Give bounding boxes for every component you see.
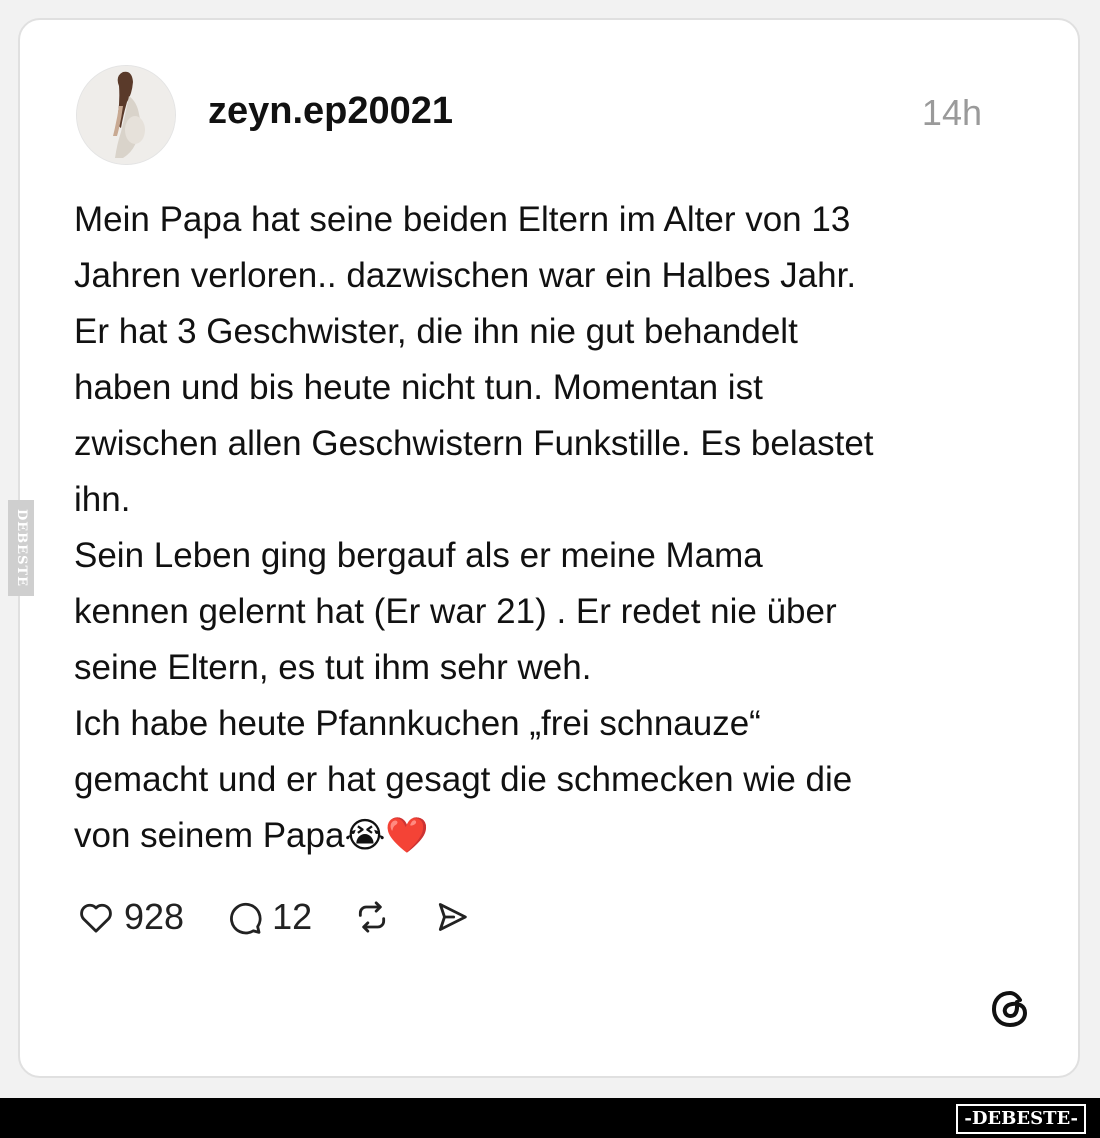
like-count: 928 <box>124 896 185 937</box>
post-text: Mein Papa hat seine beiden Eltern im Alt… <box>74 192 1034 864</box>
post-text-line: kennen gelernt hat (Er war 21) . Er rede… <box>74 592 837 631</box>
post-text-line: von seinem Papa😭❤️ <box>74 816 429 855</box>
footer-watermark: -DEBESTE- <box>956 1104 1086 1134</box>
post-text-line: Mein Papa hat seine beiden Eltern im Alt… <box>74 200 851 239</box>
repost-icon <box>359 901 386 933</box>
comment-button[interactable]: 12 <box>224 896 312 938</box>
post-text-line: Sein Leben ging bergauf als er meine Mam… <box>74 536 763 575</box>
avatar-image <box>77 66 175 164</box>
avatar[interactable] <box>76 65 176 165</box>
post-text-line: seine Eltern, es tut ihm sehr weh. <box>74 648 592 687</box>
post-text-line: Ich habe heute Pfannkuchen „frei schnauz… <box>74 704 761 743</box>
heart-icon <box>80 903 112 933</box>
share-button[interactable] <box>432 897 472 937</box>
send-icon <box>439 903 467 931</box>
comment-bubble-icon <box>230 902 262 935</box>
post-text-line: gemacht und er hat gesagt die schmecken … <box>74 760 853 799</box>
username[interactable]: zeyn.ep20021 <box>208 90 453 133</box>
post-card: zeyn.ep20021 14h Mein Papa hat seine bei… <box>18 18 1080 1078</box>
threads-logo-icon[interactable] <box>986 985 1034 1033</box>
post-timestamp: 14h <box>921 92 982 133</box>
post-text-line: zwischen allen Geschwistern Funkstille. … <box>74 424 874 463</box>
footer-bar: -DEBESTE- <box>0 1098 1100 1138</box>
post-text-line: Jahren verloren.. dazwischen war ein Hal… <box>74 256 857 295</box>
side-watermark: DEBESTE <box>8 500 34 596</box>
post-text-line: Er hat 3 Geschwister, die ihn nie gut be… <box>74 312 798 351</box>
comment-count: 12 <box>272 896 313 937</box>
repost-button[interactable] <box>352 897 392 937</box>
post-text-line: ihn. <box>74 480 131 519</box>
like-button[interactable]: 928 <box>76 896 184 938</box>
post-text-line: haben und bis heute nicht tun. Momentan … <box>74 368 763 407</box>
action-bar: 928 12 <box>76 892 512 942</box>
